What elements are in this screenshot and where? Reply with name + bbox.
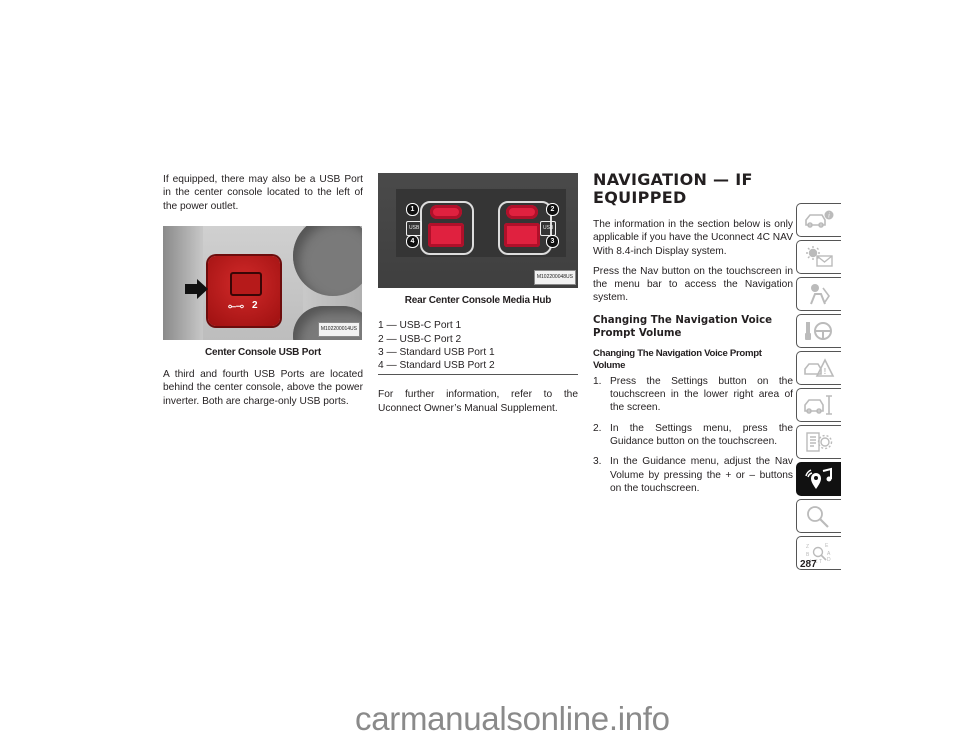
legend-item: 2 — USB-C Port 2 bbox=[378, 333, 462, 345]
car-info-icon: i bbox=[805, 210, 834, 228]
svg-text:Z: Z bbox=[806, 544, 809, 550]
usb-a-port-2 bbox=[428, 223, 464, 247]
search-icon bbox=[807, 506, 829, 528]
intro-paragraph: If equipped, there may also be a USB Por… bbox=[163, 174, 363, 212]
navigation-music-icon bbox=[805, 467, 832, 489]
svg-text:i: i bbox=[828, 212, 830, 220]
step-item: 1. Press the Settings button on the touch… bbox=[593, 375, 793, 415]
step-number: 3. bbox=[593, 456, 602, 468]
figure-caption: Center Console USB Port bbox=[205, 346, 321, 358]
step-number: 2. bbox=[593, 422, 602, 434]
usb-c-port-2 bbox=[506, 205, 538, 219]
svg-text:B: B bbox=[806, 552, 810, 558]
media-hub-figure: USB USB 1 2 3 4 M102200048US bbox=[378, 173, 578, 288]
airbag-seat-icon bbox=[810, 284, 830, 305]
usb-port-panel: ⟜⊸ 2 bbox=[208, 255, 280, 326]
section-title-line2: EQUIPPED bbox=[593, 188, 687, 207]
svg-text:T: T bbox=[819, 559, 822, 565]
image-code: M102200048US bbox=[533, 269, 576, 285]
steps-list: 1. Press the Settings button on the touch… bbox=[593, 375, 793, 495]
callout-3: 3 bbox=[546, 235, 559, 248]
step-item: 2. In the Settings menu, press the Guidan… bbox=[593, 422, 793, 449]
tab-servicing-maintenance[interactable] bbox=[796, 388, 841, 422]
body-paragraph: A third and fourth USB Ports are located… bbox=[163, 369, 363, 407]
intro-paragraph: The information in the section below is … bbox=[593, 219, 793, 257]
figure-legend: 1 — USB-C Port 1 2 — USB-C Port 2 3 — St… bbox=[378, 319, 578, 376]
tab-multimedia[interactable] bbox=[796, 462, 841, 496]
legend-item: 1 — USB-C Port 1 bbox=[378, 320, 462, 332]
step-text: Press the Settings button on the touchsc… bbox=[610, 375, 793, 414]
car-warning-icon: ! bbox=[804, 358, 835, 377]
tab-safety[interactable] bbox=[796, 277, 841, 311]
right-column: NAVIGATION — IF EQUIPPED The information… bbox=[593, 171, 793, 502]
tab-technical-specifications[interactable] bbox=[796, 425, 841, 459]
step-text: In the Guidance menu, adjust the Nav Vol… bbox=[610, 456, 793, 494]
svg-text:!: ! bbox=[824, 367, 827, 376]
usb-a-port bbox=[230, 271, 262, 296]
middle-column: USB USB 1 2 3 4 M102200048US Rear Center… bbox=[378, 173, 578, 415]
callout-2: 2 bbox=[546, 203, 559, 216]
legend-item: 3 — Standard USB Port 1 bbox=[378, 346, 495, 358]
svg-text:E: E bbox=[825, 543, 829, 549]
key-steering-wheel-icon bbox=[805, 322, 832, 340]
tab-starting-operating[interactable] bbox=[796, 314, 841, 348]
center-console-usb-figure: ⟜⊸ 2 M102200014US bbox=[163, 225, 362, 340]
tab-dashboard-messages[interactable] bbox=[796, 240, 841, 274]
page-number: 287 bbox=[800, 559, 817, 570]
legend-item: 4 — Standard USB Port 2 bbox=[378, 360, 495, 372]
sun-message-icon bbox=[806, 246, 833, 267]
callout-1: 1 bbox=[406, 203, 419, 216]
specs-gear-icon bbox=[806, 432, 833, 452]
section-title-line1: NAVIGATION — IF bbox=[593, 170, 753, 189]
image-code: M102200014US bbox=[317, 321, 360, 337]
svg-text:D: D bbox=[827, 557, 831, 563]
tab-customer-assistance[interactable] bbox=[796, 499, 841, 533]
step-item: 3. In the Guidance menu, adjust the Nav V… bbox=[593, 455, 793, 495]
further-info-paragraph: For further information, refer to the Uc… bbox=[378, 389, 578, 414]
tab-getting-to-know-vehicle[interactable]: i bbox=[796, 203, 841, 237]
left-column: If equipped, there may also be a USB Por… bbox=[163, 173, 363, 408]
chapter-tabs: i ! ZEBAICTD bbox=[796, 203, 842, 573]
step-number: 1. bbox=[593, 375, 602, 387]
nav-access-paragraph: Press the Nav button on the touchscreen … bbox=[593, 265, 793, 304]
usb-a-port-1 bbox=[504, 223, 540, 247]
car-wrench-icon bbox=[804, 395, 832, 415]
usb-badge-right: USB bbox=[540, 221, 557, 237]
usb-c-port-1 bbox=[430, 205, 462, 219]
step-text: In the Settings menu, press the Guidance… bbox=[610, 422, 793, 447]
port-number-label: 2 bbox=[252, 299, 258, 311]
subheading: Changing The Navigation Voice Prompt Vol… bbox=[593, 314, 773, 339]
usb-badge-left: USB bbox=[406, 221, 423, 237]
watermark: carmanualsonline.info bbox=[355, 700, 670, 737]
usb-symbol-icon: ⟜⊸ bbox=[228, 300, 244, 312]
figure-caption: Rear Center Console Media Hub bbox=[404, 295, 552, 306]
section-title: NAVIGATION — IF EQUIPPED bbox=[593, 171, 793, 207]
callout-4: 4 bbox=[406, 235, 419, 248]
tab-in-case-of-emergency[interactable]: ! bbox=[796, 351, 841, 385]
sub-subheading: Changing The Navigation Voice Prompt Vol… bbox=[593, 347, 762, 371]
